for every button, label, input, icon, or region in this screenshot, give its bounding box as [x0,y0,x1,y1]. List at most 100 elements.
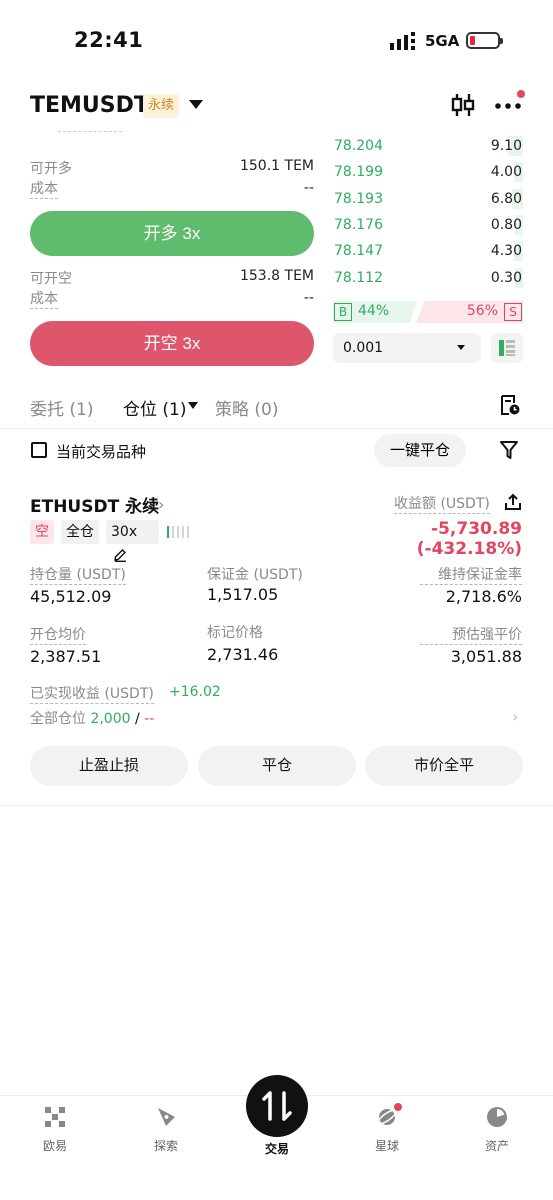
filter-icon[interactable] [499,440,519,460]
sell-tag: S [504,303,522,321]
nav-assets-label: 资产 [484,1139,509,1153]
swap-arrows-icon [262,1091,292,1121]
pnl-value: -5,730.89 (-432.18%) [416,519,522,559]
orderbook-price: 78.204 [334,138,383,154]
chevron-right-icon[interactable]: › [158,495,164,514]
nav-discover-label: 探索 [153,1139,178,1153]
orderbook-price: 78.147 [334,243,383,259]
risk-level-icon [167,526,189,538]
entry-price-value: 2,387.51 [30,647,102,666]
depth-step-select[interactable]: 0.001 [333,333,481,363]
tpsl-button[interactable]: 止盈止损 [30,746,188,786]
orderbook-qty: 4.00 [490,164,522,180]
orderbook-qty: 4.30 [490,243,522,259]
long-available-label: 可开多 [30,161,72,177]
orderbook-row[interactable]: 78.199 4.00 [333,159,523,185]
chevron-down-icon [457,345,465,350]
position-title[interactable]: ETHUSDT 永续 [30,492,159,517]
buy-percent: 44% [358,303,390,319]
nav-planet-label: 星球 [374,1139,399,1153]
orderbook-row[interactable]: 78.147 4.30 [333,238,523,264]
share-icon[interactable] [504,493,522,511]
nav-home[interactable]: 欧易 [25,1105,85,1154]
candlestick-chart-icon[interactable] [450,92,476,118]
mmr-value: 2,718.6% [445,587,522,606]
okx-logo-icon [45,1107,65,1127]
tab-orders[interactable]: 委托 (1) [30,395,93,420]
realized-pnl-label[interactable]: 已实现收益 (USDT) [30,683,154,704]
divider [0,805,553,806]
depth-step-value: 0.001 [343,340,384,356]
long-cost-label[interactable]: 成本 [30,178,58,199]
contract-type-tag: 永续 [143,94,180,118]
edit-icon [114,549,126,563]
nav-home-label: 欧易 [42,1139,67,1153]
notification-dot [517,90,525,98]
tab-positions[interactable]: 仓位 (1) [123,395,186,420]
nav-discover[interactable]: 探索 [136,1105,196,1154]
close-all-button[interactable]: 一键平仓 [374,434,466,467]
all-positions-value: 2,000 [90,711,131,727]
all-positions-rest: -- [144,711,155,727]
network-type: 5GA [425,32,460,50]
pnl-label[interactable]: 收益额 (USDT) [394,493,490,514]
liq-price-value: 3,051.88 [450,647,522,666]
pie-chart-icon [487,1107,507,1127]
current-symbol-checkbox[interactable] [31,442,47,458]
notification-dot [394,1103,402,1111]
margin-value: 1,517.05 [207,585,279,604]
mmr-label[interactable]: 维持保证金率 [420,564,522,585]
margin-label: 保证金 (USDT) [207,567,303,583]
side-badge: 空 [30,520,54,544]
history-icon[interactable] [499,394,521,416]
battery-icon [466,32,503,49]
all-positions-label: 全部仓位 [30,711,86,727]
all-positions-row[interactable]: 全部仓位 2,000 / -- [30,708,154,728]
orderbook-row[interactable]: 78.193 6.80 [333,186,523,212]
short-available-label: 可开空 [30,271,72,287]
sell-percent: 56% [466,303,498,319]
liq-price-label[interactable]: 预估强平价 [420,624,522,645]
orderbook-qty: 6.80 [490,191,522,207]
chevron-right-icon[interactable]: › [512,707,518,726]
size-value: 45,512.09 [30,587,112,606]
open-short-button[interactable]: 开空 3x [30,321,314,366]
orderbook-qty: 0.30 [490,270,522,286]
nav-trade-button[interactable] [246,1075,308,1137]
orderbook-row[interactable]: 78.176 0.80 [333,212,523,238]
nav-trade-label[interactable]: 交易 [246,1140,308,1157]
entry-price-label[interactable]: 开仓均价 [30,624,86,645]
orderbook-row[interactable]: 78.204 9.10 [333,133,523,159]
orderbook-qty: 0.80 [490,217,522,233]
current-symbol-label[interactable]: 当前交易品种 [56,441,146,462]
market-close-button[interactable]: 市价全平 [365,746,523,786]
symbol-dropdown-icon[interactable] [189,100,203,109]
margin-mode-badge: 全仓 [61,520,99,544]
orderbook-row[interactable]: 78.112 0.30 [333,265,523,291]
orderbook-price: 78.112 [334,270,383,286]
nav-assets[interactable]: 资产 [467,1105,527,1154]
orderbook-price: 78.199 [334,164,383,180]
divider [0,428,553,429]
symbol-title[interactable]: TEMUSDT [30,93,149,118]
open-long-button[interactable]: 开多 3x [30,211,314,256]
status-time: 22:41 [74,28,144,52]
orderbook-layout-icon[interactable] [491,333,523,363]
scroll-divider [58,131,122,132]
leverage-button[interactable]: 30x [106,520,159,563]
orderbook-qty: 9.10 [490,138,522,154]
nav-planet[interactable]: 星球 [357,1105,417,1154]
size-label[interactable]: 持仓量 (USDT) [30,564,126,585]
long-cost-value: -- [303,180,314,196]
leverage-value: 30x [111,524,138,540]
orderbook-price: 78.193 [334,191,383,207]
close-position-button[interactable]: 平仓 [198,746,356,786]
tab-strategies[interactable]: 策略 (0) [215,395,278,420]
positions-dropdown-icon[interactable] [188,402,198,409]
short-cost-label[interactable]: 成本 [30,288,58,309]
short-available-value: 153.8 TEM [239,268,314,284]
all-positions-sep: / [130,711,145,727]
long-available-value: 150.1 TEM [239,158,314,174]
mark-price-label: 标记价格 [207,625,263,641]
buy-tag: B [334,303,352,321]
